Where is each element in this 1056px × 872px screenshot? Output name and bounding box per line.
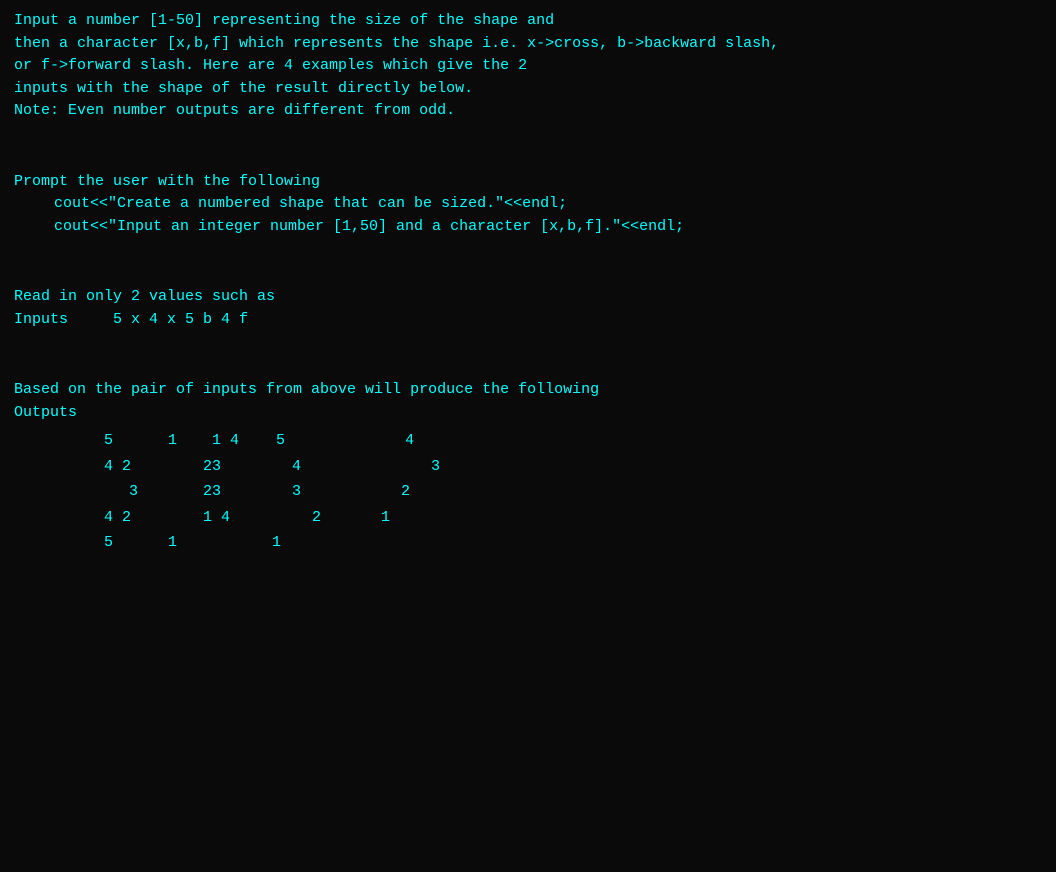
output-row-4: 4 2 1 4 2 1 [104, 505, 1042, 531]
intro-section: Input a number [1-50] representing the s… [14, 10, 1042, 123]
based-header: Based on the pair of inputs from above w… [14, 379, 1042, 402]
main-content: Input a number [1-50] representing the s… [14, 10, 1042, 556]
prompt-line1: cout<<"Create a numbered shape that can … [14, 193, 1042, 216]
intro-line1: Input a number [1-50] representing the s… [14, 10, 1042, 33]
outputs-label: Outputs [14, 402, 1042, 425]
read-section: Read in only 2 values such as Inputs 5 x… [14, 286, 1042, 331]
output-row-3: 3 23 3 2 [104, 479, 1042, 505]
intro-line3: or f->forward slash. Here are 4 examples… [14, 55, 1042, 78]
intro-line4: inputs with the shape of the result dire… [14, 78, 1042, 101]
intro-line5: Note: Even number outputs are different … [14, 100, 1042, 123]
intro-line2: then a character [x,b,f] which represent… [14, 33, 1042, 56]
output-row-2: 4 2 23 4 3 [104, 454, 1042, 480]
read-inputs: Inputs 5 x 4 x 5 b 4 f [14, 309, 1042, 332]
prompt-header: Prompt the user with the following [14, 171, 1042, 194]
inputs-values: 5 x 4 x 5 b 4 f [113, 311, 248, 328]
output-row-5: 5 1 1 [104, 530, 1042, 556]
prompt-line2: cout<<"Input an integer number [1,50] an… [14, 216, 1042, 239]
inputs-label: Inputs [14, 311, 68, 328]
output-row-1: 5 1 1 4 5 4 [104, 428, 1042, 454]
outputs-display: 5 1 1 4 5 4 4 2 23 4 3 3 23 3 2 4 2 1 4 [14, 428, 1042, 556]
read-header: Read in only 2 values such as [14, 286, 1042, 309]
based-section: Based on the pair of inputs from above w… [14, 379, 1042, 556]
prompt-section: Prompt the user with the following cout<… [14, 171, 1042, 239]
